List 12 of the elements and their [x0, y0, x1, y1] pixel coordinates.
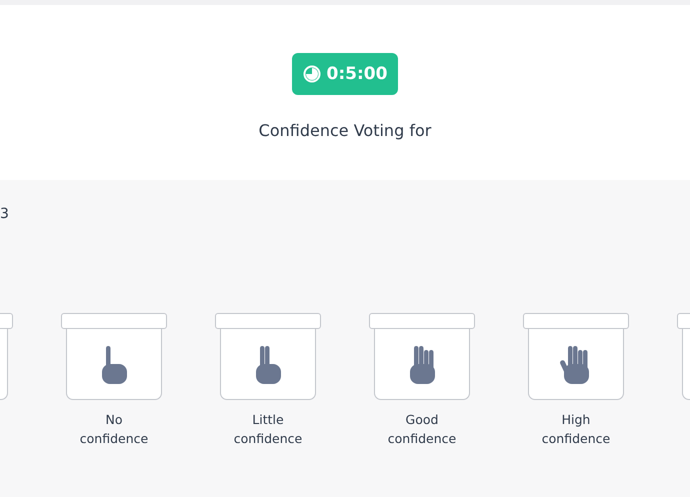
- side-label: 3: [0, 206, 10, 222]
- vote-label: High confidence: [542, 411, 610, 448]
- vote-box[interactable]: [374, 329, 470, 400]
- vote-box[interactable]: [66, 329, 162, 400]
- vote-label: Little confidence: [234, 411, 302, 448]
- vote-label: No confidence: [80, 411, 148, 448]
- timer-badge: 0:5:00: [292, 53, 398, 95]
- voting-title: Confidence Voting for: [258, 121, 432, 140]
- vote-label: Good confidence: [388, 411, 456, 448]
- vote-box[interactable]: [220, 329, 316, 400]
- vote-box[interactable]: [528, 329, 624, 400]
- clock-icon: [302, 65, 321, 83]
